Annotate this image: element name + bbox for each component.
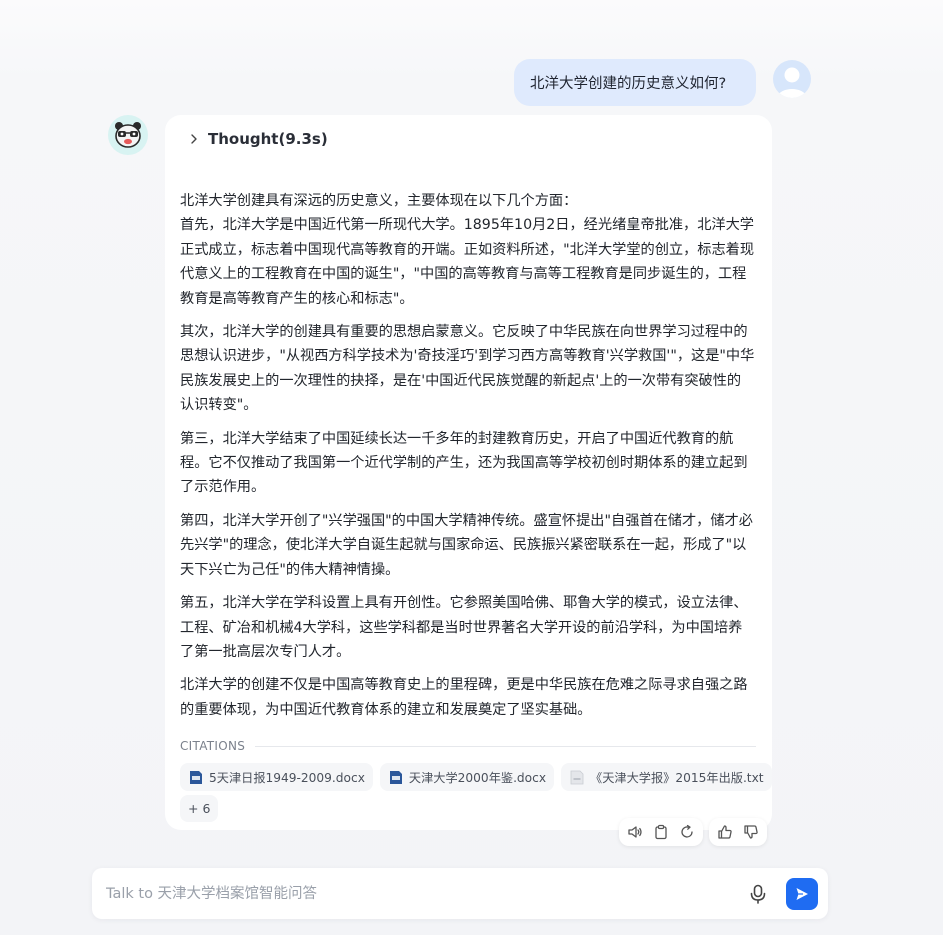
regenerate-button[interactable]	[677, 822, 697, 842]
thought-label: Thought(9.3s)	[208, 130, 328, 148]
citations-label: CITATIONS	[180, 739, 246, 753]
send-button[interactable]	[786, 878, 818, 910]
user-message-text: 北洋大学创建的历史意义如何?	[530, 76, 727, 92]
docx-icon	[190, 770, 202, 784]
citation-name: 5天津日报1949-2009.docx	[209, 771, 365, 785]
copy-button[interactable]	[651, 822, 671, 842]
message-input[interactable]	[106, 882, 706, 906]
user-message-bubble: 北洋大学创建的历史意义如何?	[514, 59, 756, 106]
like-button[interactable]	[715, 822, 735, 842]
answer-actions-group	[619, 818, 703, 846]
more-citations-label: + 6	[188, 801, 211, 816]
user-avatar	[773, 60, 811, 98]
speaker-icon	[628, 826, 642, 838]
answer-paragraph: 北洋大学创建具有深远的历史意义，主要体现在以下几个方面：	[180, 193, 578, 209]
answer-paragraph: 首先，北洋大学是中国近代第一所现代大学。1895年10月2日，经光绪皇帝批准，北…	[180, 217, 755, 307]
feedback-actions-group	[709, 818, 767, 846]
send-icon	[796, 888, 808, 900]
clipboard-icon	[655, 824, 667, 840]
thumbs-up-icon	[718, 825, 732, 839]
answer-paragraph: 北洋大学的创建不仅是中国高等教育史上的里程碑，更是中华民族在危难之际寻求自强之路…	[180, 677, 748, 718]
citation-name: 天津大学2000年鉴.docx	[408, 771, 547, 785]
citations-header: CITATIONS	[180, 739, 756, 753]
assistant-answer-card: Thought(9.3s) 北洋大学创建具有深远的历史意义，主要体现在以下几个方…	[165, 115, 772, 830]
thumbs-down-icon	[744, 825, 758, 839]
speaker-button[interactable]	[625, 822, 645, 842]
answer-text: 北洋大学创建具有深远的历史意义，主要体现在以下几个方面： 首先，北洋大学是中国近…	[180, 189, 755, 731]
docx-icon	[389, 770, 402, 784]
citation-name: 《天津大学报》2015年出版.txt	[590, 771, 764, 785]
answer-paragraph: 其次，北洋大学的创建具有重要的思想启蒙意义。它反映了中华民族在向世界学习过程中的…	[180, 324, 755, 414]
user-avatar-icon	[777, 67, 807, 98]
citation-chip[interactable]: 《天津大学报》2015年出版.txt	[561, 763, 772, 791]
answer-paragraph: 第四，北洋大学开创了"兴学强国"的中国大学精神传统。盛宣怀提出"自强首在储才，储…	[180, 512, 753, 578]
chevron-right-icon	[191, 134, 197, 144]
answer-paragraph: 第三，北洋大学结束了中国延续长达一千多年的封建教育历史，开启了中国近代教育的航程…	[180, 430, 748, 496]
dislike-button[interactable]	[741, 822, 761, 842]
citation-chip[interactable]: 5天津日报1949-2009.docx	[180, 763, 373, 791]
microphone-icon[interactable]	[747, 883, 769, 905]
txt-file-icon	[570, 770, 584, 784]
bot-avatar	[108, 115, 148, 155]
bot-mascot-icon	[115, 122, 141, 148]
answer-paragraph: 第五，北洋大学在学科设置上具有开创性。它参照美国哈佛、耶鲁大学的模式，设立法律、…	[180, 595, 748, 660]
more-citations-button[interactable]: + 6	[180, 795, 219, 822]
citation-chip[interactable]: 天津大学2000年鉴.docx	[379, 763, 555, 791]
message-composer	[92, 868, 828, 919]
citations-list: 5天津日报1949-2009.docx 天津大学2000年鉴.docx 《天津大…	[180, 763, 772, 791]
thought-toggle[interactable]: Thought(9.3s)	[187, 129, 328, 149]
refresh-icon	[681, 824, 693, 838]
